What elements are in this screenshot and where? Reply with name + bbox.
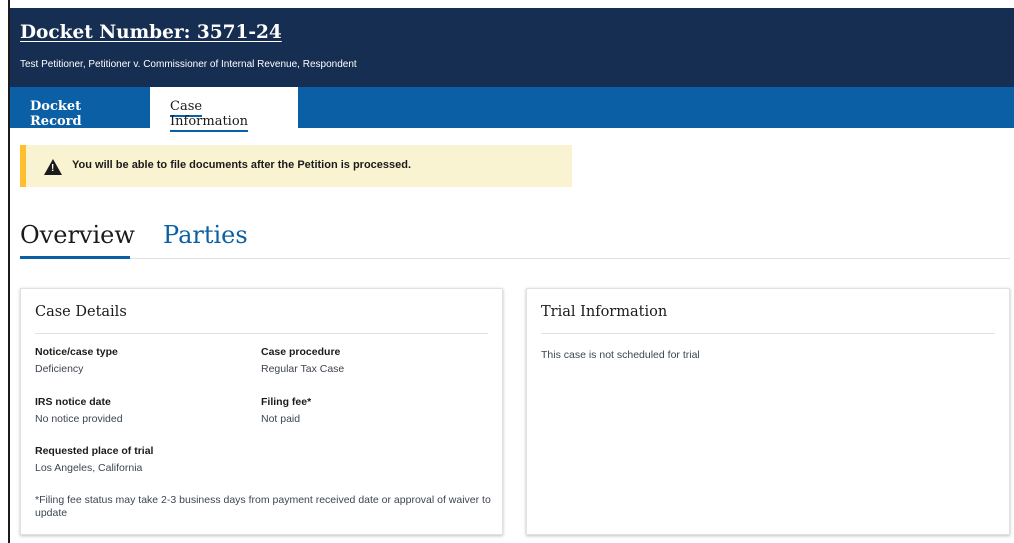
tab-case-information-label: Case Information bbox=[170, 99, 249, 132]
tab-overview[interactable]: Overview bbox=[20, 220, 135, 259]
irs-notice-date-value: No notice provided bbox=[35, 413, 123, 425]
trial-status-text: This case is not scheduled for trial bbox=[541, 349, 700, 361]
case-procedure-value: Regular Tax Case bbox=[261, 363, 345, 375]
window-left-edge bbox=[0, 0, 10, 543]
window-top-edge bbox=[0, 0, 1014, 8]
case-header: Docket Number: 3571-24 Test Petitioner, … bbox=[10, 8, 1014, 87]
warning-icon bbox=[44, 159, 62, 175]
divider bbox=[35, 333, 488, 334]
notice-type-field: Notice/case type Deficiency bbox=[35, 346, 118, 375]
filing-fee-value: Not paid bbox=[261, 413, 301, 425]
filing-fee-label: Filing fee* bbox=[261, 396, 312, 408]
place-of-trial-value: Los Angeles, California bbox=[35, 462, 143, 474]
case-details-card: Case Details Notice/case type Deficiency… bbox=[20, 288, 503, 535]
irs-notice-date-field: IRS notice date No notice provided bbox=[35, 396, 123, 425]
case-procedure-field: Case procedure Regular Tax Case bbox=[261, 346, 344, 375]
trial-information-card: Trial Information This case is not sched… bbox=[526, 288, 1010, 535]
case-caption: Test Petitioner, Petitioner v. Commissio… bbox=[20, 59, 357, 70]
filing-fee-field: Filing fee* Not paid bbox=[261, 396, 311, 425]
case-procedure-label: Case procedure bbox=[261, 346, 341, 358]
trial-information-title: Trial Information bbox=[541, 304, 668, 320]
docket-number-link[interactable]: Docket Number: 3571-24 bbox=[20, 22, 282, 43]
warning-alert: You will be able to file documents after… bbox=[20, 145, 572, 187]
case-info-subnav: Overview Parties bbox=[20, 220, 1010, 259]
divider bbox=[541, 333, 995, 334]
place-of-trial-label: Requested place of trial bbox=[35, 445, 154, 457]
case-tab-bar: Docket Record Case Information bbox=[10, 87, 1014, 132]
alert-message: You will be able to file documents after… bbox=[72, 159, 412, 171]
irs-notice-date-label: IRS notice date bbox=[35, 396, 111, 408]
tab-docket-record[interactable]: Docket Record bbox=[10, 87, 148, 129]
tab-case-information[interactable]: Case Information bbox=[150, 87, 298, 132]
notice-type-value: Deficiency bbox=[35, 363, 84, 375]
case-details-title: Case Details bbox=[35, 304, 127, 320]
notice-type-label: Notice/case type bbox=[35, 346, 118, 358]
filing-fee-footnote: *Filing fee status may take 2-3 business… bbox=[35, 494, 491, 519]
tab-parties[interactable]: Parties bbox=[163, 220, 248, 259]
place-of-trial-field: Requested place of trial Los Angeles, Ca… bbox=[35, 445, 153, 474]
